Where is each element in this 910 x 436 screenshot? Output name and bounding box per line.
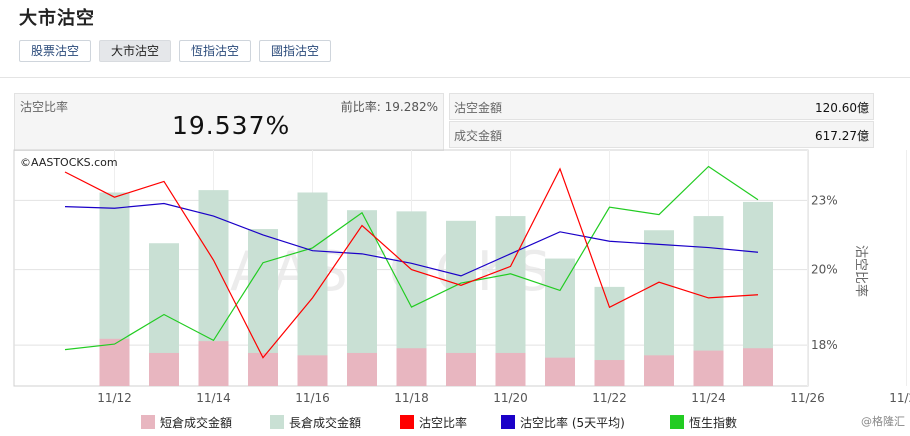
- legend-swatch: [270, 415, 284, 429]
- y-tick-label: 20%: [811, 263, 838, 277]
- y-tick-label: 18%: [811, 338, 838, 352]
- x-tick-label: 11/28: [889, 391, 910, 405]
- x-tick-label: 11/12: [97, 391, 132, 405]
- x-tick-label: 11/24: [691, 391, 726, 405]
- legend-swatch: [400, 415, 414, 429]
- legend-label: 長倉成交金額: [289, 415, 361, 430]
- short-position-bar: [644, 355, 674, 386]
- credit-text: @格隆汇: [861, 415, 905, 428]
- short-position-bar: [297, 355, 328, 386]
- legend-label: 沽空比率: [419, 415, 467, 430]
- copyright-text: ©AASTOCKS.com: [20, 156, 118, 169]
- y-tick-label: 23%: [811, 193, 838, 207]
- short-position-bar: [396, 348, 427, 386]
- x-tick-label: 11/22: [592, 391, 627, 405]
- y-axis-label: 沽空比率: [853, 245, 869, 297]
- x-tick-label: 11/26: [790, 391, 825, 405]
- legend-swatch: [670, 415, 684, 429]
- short-position-bar: [693, 350, 724, 386]
- x-tick-label: 11/20: [493, 391, 528, 405]
- short-position-bar: [198, 341, 229, 386]
- legend-label: 恆生指數: [689, 415, 737, 430]
- legend-label: 沽空比率 (5天平均): [520, 415, 625, 430]
- short-position-bar: [594, 360, 625, 386]
- legend-swatch: [501, 415, 515, 429]
- short-position-bar: [743, 348, 773, 386]
- legend-label: 短倉成交金額: [160, 415, 232, 430]
- legend-swatch: [141, 415, 155, 429]
- short-position-bar: [149, 352, 179, 386]
- x-tick-label: 11/16: [295, 391, 330, 405]
- short-position-bar: [347, 352, 377, 386]
- x-tick-label: 11/14: [196, 391, 231, 405]
- short-selling-chart: AASTOCKS 18%20%23%沽空比率11/12 11/14 11/16 11/…: [13, 149, 910, 430]
- x-tick-label: 11/18: [394, 391, 429, 405]
- short-position-bar: [495, 352, 526, 386]
- short-position-bar: [446, 352, 476, 386]
- chart-legend: 短倉成交金額 長倉成交金額 沽空比率 沽空比率 (5天平均) 恆生指數: [141, 415, 737, 430]
- short-position-bar: [545, 357, 575, 386]
